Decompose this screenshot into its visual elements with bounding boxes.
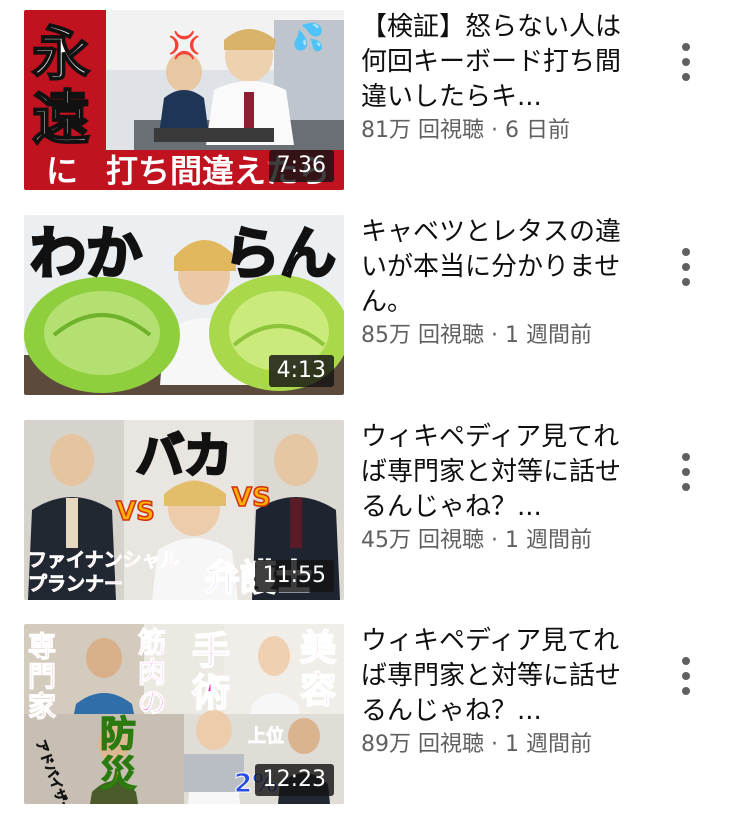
thumb-text-planner-2: プランナー [28,572,123,595]
thumb-text-1: バカ [136,428,232,484]
sweat-drops-icon: 💦 [292,20,324,53]
thumb-text-2: 門 [28,660,56,693]
video-title[interactable]: ウィキペディア見てれば専門家と対等に話せるんじゃね？... [361,624,631,729]
video-thumbnail[interactable]: わか らん 4:13 [24,215,344,395]
video-title[interactable]: ウィキペディア見てれば専門家と対等に話せるんじゃね？... [361,420,631,525]
more-vertical-icon[interactable] [662,646,710,706]
thumb-text-11: 防 [100,714,136,755]
video-title[interactable]: キャベツとレタスの違いが本当に分かりません。 [361,215,631,320]
video-item[interactable]: わか らん 4:13 キャベツとレタスの違いが本当に分かりません。 85万 回視… [0,215,750,405]
thumb-text-4: 筋 [138,626,166,659]
thumb-text-5: 肉 [138,656,166,689]
video-thumbnail[interactable]: バカ VS VS ファイナンシャル プランナー 弁護士 11:55 [24,420,344,600]
thumb-text-vs-left: VS [116,497,155,527]
video-item[interactable]: バカ VS VS ファイナンシャル プランナー 弁護士 11:55 ウィキペディ… [0,420,750,610]
thumb-text-3: 家 [28,690,56,723]
thumb-text-2: らん [224,222,336,287]
thumb-text-2: 遠 [32,84,90,152]
more-vertical-icon[interactable] [662,442,710,502]
more-vertical-icon[interactable] [662,237,710,297]
video-meta: 89万 回視聴 · 1 週間前 [361,732,592,757]
video-item[interactable]: 専 門 家 筋 肉 の 手 術 美 容 防 災 アドバイザー 上位 2% 12:… [0,624,750,814]
thumb-text-3: に [46,152,78,190]
video-list: 永 遠 に 打ち間違えたら 💢 💦 7:36 【検証】怒らない人は何回キーボード… [0,0,750,811]
thumb-text-8: 術 [191,671,230,715]
video-duration: 7:36 [268,150,334,182]
thumb-text-14: 上位 [248,725,284,747]
thumb-text-10: 容 [300,670,336,711]
anger-icon: 💢 [168,30,200,61]
thumb-text-1: 永 [32,20,90,88]
video-thumbnail[interactable]: 永 遠 に 打ち間違えたら 💢 💦 7:36 [24,10,344,190]
video-duration: 4:13 [268,355,334,387]
thumb-text-1: わか [30,222,142,287]
video-duration: 12:23 [254,764,334,796]
video-meta: 85万 回視聴 · 1 週間前 [361,323,592,348]
video-meta: 81万 回視聴 · 6 日前 [361,118,570,143]
thumb-text-9: 美 [300,628,336,669]
more-vertical-icon[interactable] [662,32,710,92]
video-meta: 45万 回視聴 · 1 週間前 [361,528,592,553]
thumb-text-vs-right: VS [232,483,271,513]
video-thumbnail[interactable]: 専 門 家 筋 肉 の 手 術 美 容 防 災 アドバイザー 上位 2% 12:… [24,624,344,804]
video-duration: 11:55 [254,560,334,592]
thumb-text-1: 専 [28,630,56,663]
thumb-text-12: 災 [100,754,136,795]
thumb-text-planner-1: ファイナンシャル [28,549,180,571]
video-title[interactable]: 【検証】怒らない人は何回キーボード打ち間違いしたらキ... [361,10,631,115]
thumb-text-7: 手 [192,629,230,673]
thumb-text-6: の [138,686,166,719]
video-item[interactable]: 永 遠 に 打ち間違えたら 💢 💦 7:36 【検証】怒らない人は何回キーボード… [0,10,750,200]
